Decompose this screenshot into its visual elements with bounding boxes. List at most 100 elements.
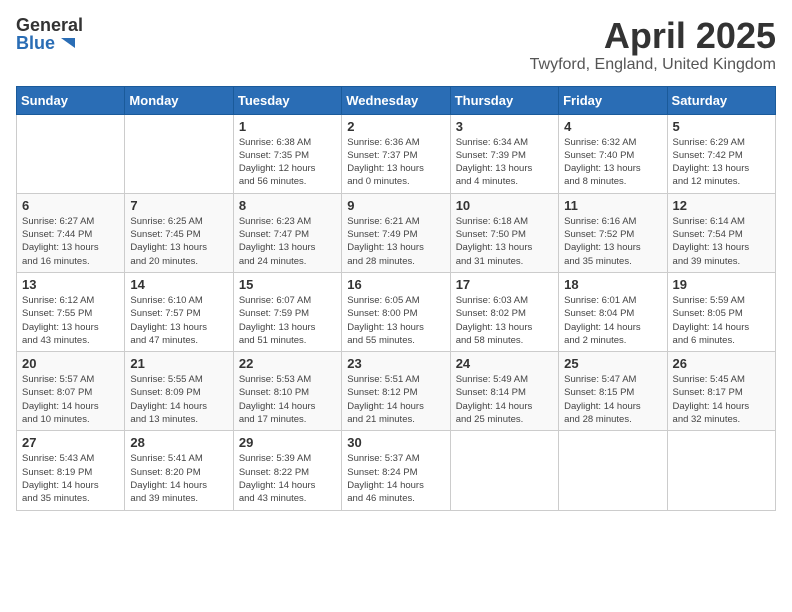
day-number: 11: [564, 198, 661, 213]
day-number: 20: [22, 356, 119, 371]
calendar-week-row: 20 Sunrise: 5:57 AM Sunset: 8:07 PM Dayli…: [17, 352, 776, 431]
day-info: Sunrise: 6:07 AM Sunset: 7:59 PM Dayligh…: [239, 294, 336, 347]
day-number: 29: [239, 435, 336, 450]
calendar-cell: 6 Sunrise: 6:27 AM Sunset: 7:44 PM Daylig…: [17, 193, 125, 272]
day-info: Sunrise: 5:59 AM Sunset: 8:05 PM Dayligh…: [673, 294, 770, 347]
day-number: 1: [239, 119, 336, 134]
day-number: 6: [22, 198, 119, 213]
calendar-cell: 1 Sunrise: 6:38 AM Sunset: 7:35 PM Daylig…: [233, 114, 341, 193]
calendar-cell: 30 Sunrise: 5:37 AM Sunset: 8:24 PM Dayli…: [342, 431, 450, 510]
day-number: 5: [673, 119, 770, 134]
calendar-cell: 3Sunrise: 6:34 AM Sunset: 7:39 PM Daylig…: [450, 114, 558, 193]
day-number: 27: [22, 435, 119, 450]
day-info: Sunrise: 6:32 AM Sunset: 7:40 PM Dayligh…: [564, 136, 661, 189]
logo-icon: [57, 34, 75, 52]
calendar-cell: 8 Sunrise: 6:23 AM Sunset: 7:47 PM Daylig…: [233, 193, 341, 272]
calendar-cell: 29 Sunrise: 5:39 AM Sunset: 8:22 PM Dayli…: [233, 431, 341, 510]
day-info: Sunrise: 5:45 AM Sunset: 8:17 PM Dayligh…: [673, 373, 770, 426]
day-number: 10: [456, 198, 553, 213]
calendar-cell: 27Sunrise: 5:43 AM Sunset: 8:19 PM Dayli…: [17, 431, 125, 510]
calendar-cell: 4 Sunrise: 6:32 AM Sunset: 7:40 PM Daylig…: [559, 114, 667, 193]
day-info: Sunrise: 5:55 AM Sunset: 8:09 PM Dayligh…: [130, 373, 227, 426]
calendar-cell: 18Sunrise: 6:01 AM Sunset: 8:04 PM Dayli…: [559, 272, 667, 351]
day-info: Sunrise: 6:29 AM Sunset: 7:42 PM Dayligh…: [673, 136, 770, 189]
day-number: 26: [673, 356, 770, 371]
page-header: General Blue April 2025 Twyford, England…: [16, 16, 776, 74]
calendar-day-header: Friday: [559, 86, 667, 114]
day-number: 30: [347, 435, 444, 450]
calendar-week-row: 1 Sunrise: 6:38 AM Sunset: 7:35 PM Daylig…: [17, 114, 776, 193]
calendar-table: SundayMondayTuesdayWednesdayThursdayFrid…: [16, 86, 776, 511]
day-number: 19: [673, 277, 770, 292]
calendar-cell: 15Sunrise: 6:07 AM Sunset: 7:59 PM Dayli…: [233, 272, 341, 351]
day-number: 25: [564, 356, 661, 371]
day-info: Sunrise: 6:25 AM Sunset: 7:45 PM Dayligh…: [130, 215, 227, 268]
day-info: Sunrise: 6:03 AM Sunset: 8:02 PM Dayligh…: [456, 294, 553, 347]
calendar-cell: [559, 431, 667, 510]
day-info: Sunrise: 6:36 AM Sunset: 7:37 PM Dayligh…: [347, 136, 444, 189]
day-info: Sunrise: 6:23 AM Sunset: 7:47 PM Dayligh…: [239, 215, 336, 268]
calendar-day-header: Thursday: [450, 86, 558, 114]
day-info: Sunrise: 6:18 AM Sunset: 7:50 PM Dayligh…: [456, 215, 553, 268]
day-info: Sunrise: 5:51 AM Sunset: 8:12 PM Dayligh…: [347, 373, 444, 426]
calendar-cell: 26 Sunrise: 5:45 AM Sunset: 8:17 PM Dayli…: [667, 352, 775, 431]
day-number: 14: [130, 277, 227, 292]
day-number: 23: [347, 356, 444, 371]
day-number: 28: [130, 435, 227, 450]
calendar-cell: 19 Sunrise: 5:59 AM Sunset: 8:05 PM Dayli…: [667, 272, 775, 351]
calendar-header-row: SundayMondayTuesdayWednesdayThursdayFrid…: [17, 86, 776, 114]
calendar-cell: 13 Sunrise: 6:12 AM Sunset: 7:55 PM Dayli…: [17, 272, 125, 351]
calendar-day-header: Monday: [125, 86, 233, 114]
title-section: April 2025 Twyford, England, United King…: [530, 16, 776, 74]
day-info: Sunrise: 6:21 AM Sunset: 7:49 PM Dayligh…: [347, 215, 444, 268]
calendar-cell: 14 Sunrise: 6:10 AM Sunset: 7:57 PM Dayli…: [125, 272, 233, 351]
day-number: 12: [673, 198, 770, 213]
day-info: Sunrise: 6:38 AM Sunset: 7:35 PM Dayligh…: [239, 136, 336, 189]
day-number: 24: [456, 356, 553, 371]
calendar-cell: 24 Sunrise: 5:49 AM Sunset: 8:14 PM Dayli…: [450, 352, 558, 431]
calendar-day-header: Tuesday: [233, 86, 341, 114]
calendar-cell: [125, 114, 233, 193]
day-number: 4: [564, 119, 661, 134]
day-number: 17: [456, 277, 553, 292]
calendar-week-row: 13 Sunrise: 6:12 AM Sunset: 7:55 PM Dayli…: [17, 272, 776, 351]
calendar-day-header: Wednesday: [342, 86, 450, 114]
location: Twyford, England, United Kingdom: [530, 56, 776, 74]
day-info: Sunrise: 6:12 AM Sunset: 7:55 PM Dayligh…: [22, 294, 119, 347]
calendar-cell: [450, 431, 558, 510]
day-info: Sunrise: 5:57 AM Sunset: 8:07 PM Dayligh…: [22, 373, 119, 426]
day-info: Sunrise: 6:10 AM Sunset: 7:57 PM Dayligh…: [130, 294, 227, 347]
day-info: Sunrise: 6:27 AM Sunset: 7:44 PM Dayligh…: [22, 215, 119, 268]
calendar-cell: 2 Sunrise: 6:36 AM Sunset: 7:37 PM Daylig…: [342, 114, 450, 193]
day-number: 9: [347, 198, 444, 213]
day-number: 2: [347, 119, 444, 134]
day-info: Sunrise: 5:47 AM Sunset: 8:15 PM Dayligh…: [564, 373, 661, 426]
day-info: Sunrise: 6:01 AM Sunset: 8:04 PM Dayligh…: [564, 294, 661, 347]
logo: General Blue: [16, 16, 83, 52]
day-info: Sunrise: 5:39 AM Sunset: 8:22 PM Dayligh…: [239, 452, 336, 505]
day-info: Sunrise: 6:05 AM Sunset: 8:00 PM Dayligh…: [347, 294, 444, 347]
day-info: Sunrise: 5:53 AM Sunset: 8:10 PM Dayligh…: [239, 373, 336, 426]
calendar-cell: 17 Sunrise: 6:03 AM Sunset: 8:02 PM Dayli…: [450, 272, 558, 351]
calendar-cell: 21 Sunrise: 5:55 AM Sunset: 8:09 PM Dayli…: [125, 352, 233, 431]
day-number: 21: [130, 356, 227, 371]
day-info: Sunrise: 5:49 AM Sunset: 8:14 PM Dayligh…: [456, 373, 553, 426]
calendar-cell: 9 Sunrise: 6:21 AM Sunset: 7:49 PM Daylig…: [342, 193, 450, 272]
calendar-cell: 10 Sunrise: 6:18 AM Sunset: 7:50 PM Dayli…: [450, 193, 558, 272]
day-info: Sunrise: 6:14 AM Sunset: 7:54 PM Dayligh…: [673, 215, 770, 268]
calendar-cell: [17, 114, 125, 193]
day-number: 22: [239, 356, 336, 371]
day-number: 8: [239, 198, 336, 213]
calendar-week-row: 6 Sunrise: 6:27 AM Sunset: 7:44 PM Daylig…: [17, 193, 776, 272]
calendar-cell: 5 Sunrise: 6:29 AM Sunset: 7:42 PM Daylig…: [667, 114, 775, 193]
day-info: Sunrise: 5:37 AM Sunset: 8:24 PM Dayligh…: [347, 452, 444, 505]
calendar-cell: 25 Sunrise: 5:47 AM Sunset: 8:15 PM Dayli…: [559, 352, 667, 431]
day-number: 7: [130, 198, 227, 213]
day-number: 13: [22, 277, 119, 292]
calendar-cell: 11 Sunrise: 6:16 AM Sunset: 7:52 PM Dayli…: [559, 193, 667, 272]
calendar-cell: 12 Sunrise: 6:14 AM Sunset: 7:54 PM Dayli…: [667, 193, 775, 272]
calendar-day-header: Sunday: [17, 86, 125, 114]
calendar-cell: 22 Sunrise: 5:53 AM Sunset: 8:10 PM Dayli…: [233, 352, 341, 431]
calendar-cell: 23 Sunrise: 5:51 AM Sunset: 8:12 PM Dayli…: [342, 352, 450, 431]
day-info: Sunrise: 6:16 AM Sunset: 7:52 PM Dayligh…: [564, 215, 661, 268]
